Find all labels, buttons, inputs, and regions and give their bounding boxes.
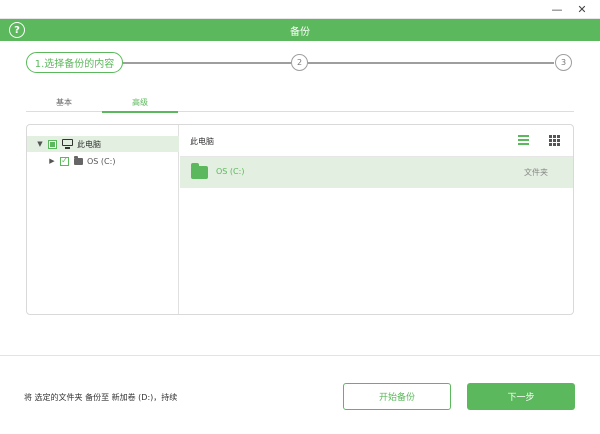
file-type: 文件夹 <box>524 168 548 177</box>
computer-icon <box>62 139 73 149</box>
tree-item-os-c[interactable]: ▶ ✓ OS (C:) <box>27 153 179 169</box>
footer-divider <box>0 355 600 356</box>
next-button[interactable]: 下一步 <box>467 383 575 410</box>
list-item[interactable]: OS (C:) 文件夹 <box>180 157 573 188</box>
tab-advanced[interactable]: 高级 <box>102 97 178 113</box>
step-1-label: 1.选择备份的内容 <box>26 52 123 73</box>
drive-folder-icon <box>74 155 83 165</box>
caret-down-icon[interactable]: ▼ <box>36 140 44 148</box>
tree-checkbox-os-c[interactable]: ✓ <box>60 156 69 166</box>
tree-item-label: OS (C:) <box>87 156 116 166</box>
content-header: 此电脑 <box>180 125 573 157</box>
folder-icon <box>191 163 208 179</box>
page-title: 备份 <box>290 27 310 38</box>
tree-checkbox-this-pc[interactable] <box>48 139 57 149</box>
header-bar: ? 备份 <box>0 19 600 41</box>
minimize-icon[interactable]: — <box>548 2 566 17</box>
tree-item-this-pc[interactable]: ▼ 此电脑 <box>27 136 179 152</box>
grid-view-icon[interactable] <box>549 135 560 146</box>
selection-panel: ▼ 此电脑 ▶ ✓ OS (C:) 此电脑 OS (C:) 文件夹 <box>26 124 574 315</box>
caret-right-icon[interactable]: ▶ <box>48 157 56 165</box>
tab-basic[interactable]: 基本 <box>26 97 102 111</box>
window-titlebar: — ✕ <box>0 0 600 19</box>
wizard-stepper: 1.选择备份的内容 2 3 <box>0 50 600 76</box>
list-view-icon[interactable] <box>518 135 529 145</box>
tab-bar: 基本 高级 <box>26 97 574 113</box>
current-path: 此电脑 <box>190 137 214 146</box>
stepper-line <box>308 62 554 64</box>
start-backup-button[interactable]: 开始备份 <box>343 383 451 410</box>
backup-summary: 将 选定的文件夹 备份至 新加卷 (D:)，持续 <box>24 393 178 402</box>
tree-item-label: 此电脑 <box>77 139 101 149</box>
folder-tree: ▼ 此电脑 ▶ ✓ OS (C:) <box>27 125 179 314</box>
step-2-circle: 2 <box>291 54 308 71</box>
content-pane: 此电脑 OS (C:) 文件夹 <box>180 125 573 314</box>
close-icon[interactable]: ✕ <box>573 2 591 17</box>
stepper-line <box>123 62 291 64</box>
step-3-circle: 3 <box>555 54 572 71</box>
file-name: OS (C:) <box>216 167 245 176</box>
